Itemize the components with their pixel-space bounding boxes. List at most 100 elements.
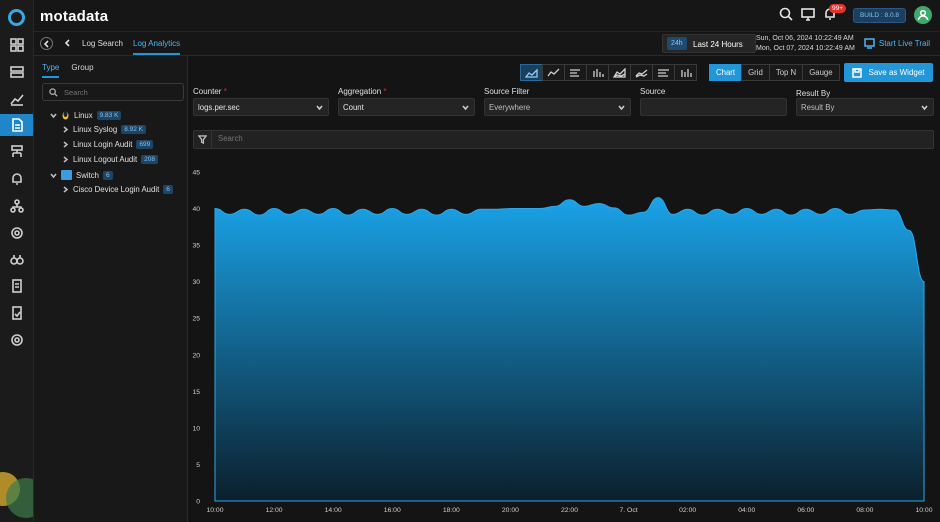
source-input[interactable]	[640, 98, 787, 116]
tree-item-switch[interactable]: Switch 6	[50, 170, 113, 180]
area-chart-button[interactable]	[520, 64, 543, 81]
view-tab-grid[interactable]: Grid	[741, 64, 770, 81]
screen-share-icon[interactable]	[801, 7, 815, 23]
back-button[interactable]	[64, 39, 72, 49]
count-badge: 9.83 K	[96, 110, 122, 120]
x-tick-label: 18:00	[443, 507, 460, 514]
monitor-icon[interactable]	[8, 224, 26, 242]
stacked-hbar-button[interactable]	[652, 64, 675, 81]
collapse-button[interactable]	[40, 37, 53, 50]
chevron-right-icon[interactable]	[62, 156, 69, 163]
chevron-right-icon[interactable]	[62, 126, 69, 133]
x-tick-label: 14:00	[325, 507, 342, 514]
metrics-icon[interactable]	[8, 90, 26, 108]
aggregation-select[interactable]: Count	[338, 98, 475, 116]
flow-icon[interactable]	[8, 143, 26, 161]
source-filter-select[interactable]: Everywhere	[484, 98, 631, 116]
chevron-right-icon[interactable]	[62, 186, 69, 193]
counter-label: Counter *	[193, 87, 227, 96]
log-explorer-icon[interactable]	[0, 114, 33, 136]
log-analytics-chart: 0 5 10 15 20 25 30 35 40 45 10:00 12:00 14:00 16:00 1…	[188, 160, 940, 522]
query-search-bar[interactable]	[193, 130, 934, 149]
result-by-placeholder: Result By	[801, 102, 835, 112]
app-logo-icon[interactable]	[8, 9, 25, 26]
tree-search-input[interactable]	[64, 87, 174, 97]
result-by-select[interactable]: Result By	[796, 98, 934, 116]
y-tick-label: 30	[192, 279, 200, 286]
notifications-button[interactable]: 99+	[823, 4, 846, 23]
vertical-bar-button[interactable]	[586, 64, 609, 81]
switch-icon	[61, 170, 72, 180]
chevron-down-icon	[462, 104, 469, 111]
horizontal-bar-button[interactable]	[564, 64, 587, 81]
binoculars-icon[interactable]	[8, 250, 26, 268]
view-tabs: Chart Grid Top N Gauge	[709, 64, 840, 81]
view-tab-top-n[interactable]: Top N	[768, 64, 804, 81]
search-icon[interactable]	[779, 7, 793, 23]
y-tick-label: 35	[192, 243, 200, 250]
count-badge: 6	[102, 170, 113, 180]
brand-logo: motadata	[40, 8, 109, 25]
source-filter-value: Everywhere	[489, 102, 531, 112]
chevron-down-icon	[618, 104, 625, 111]
tree-item-linux-logout-audit[interactable]: Linux Logout Audit 208	[62, 155, 159, 164]
report-icon[interactable]	[8, 277, 26, 295]
chart-type-toolbar	[520, 64, 697, 81]
stacked-area-button[interactable]	[608, 64, 631, 81]
count-badge: 699	[136, 140, 154, 149]
y-tick-label: 20	[192, 352, 200, 359]
chevron-left-icon	[43, 39, 49, 48]
line-chart-icon	[547, 68, 560, 76]
filter-funnel-icon[interactable]	[194, 131, 212, 148]
audit-icon[interactable]	[8, 304, 26, 322]
chevron-left-icon	[64, 39, 70, 47]
user-avatar[interactable]	[914, 6, 932, 24]
dashboard-icon[interactable]	[8, 36, 26, 54]
view-tab-chart[interactable]: Chart	[709, 64, 743, 81]
y-tick-label: 5	[196, 462, 200, 469]
top-header: motadata 99+ BUILD : 8.0.8	[34, 0, 940, 32]
x-tick-label: 08:00	[856, 507, 873, 514]
stacked-vbar-icon	[681, 68, 692, 77]
tab-log-analytics[interactable]: Log Analytics	[133, 39, 181, 55]
stacked-vbar-button[interactable]	[674, 64, 697, 81]
tree-item-linux-login-audit[interactable]: Linux Login Audit 699	[62, 140, 154, 149]
source-label: Source	[640, 87, 666, 96]
y-tick-label: 10	[192, 425, 200, 432]
tree-search-box[interactable]	[42, 83, 184, 101]
counter-select[interactable]: logs.per.sec	[193, 98, 329, 116]
settings-gear-icon[interactable]	[8, 331, 26, 349]
tree-item-label: Cisco Device Login Audit	[73, 185, 160, 194]
chevron-down-icon[interactable]	[50, 172, 57, 179]
tab-group[interactable]: Group	[71, 63, 93, 78]
tree-item-label: Linux Logout Audit	[73, 155, 138, 164]
tree-item-cisco-device-login-audit[interactable]: Cisco Device Login Audit 6	[62, 185, 173, 194]
alert-bell-icon[interactable]	[8, 170, 26, 188]
stacked-line-button[interactable]	[630, 64, 653, 81]
chevron-down-icon[interactable]	[50, 112, 57, 119]
x-tick-label: 02:00	[679, 507, 696, 514]
time-range-selector[interactable]: 24h Last 24 Hours	[662, 34, 756, 53]
count-badge: 8.92 K	[121, 125, 147, 134]
area-series[interactable]	[214, 197, 925, 502]
view-tab-gauge[interactable]: Gauge	[802, 64, 840, 81]
query-search-input[interactable]	[218, 134, 618, 143]
save-as-widget-button[interactable]: Save as Widget	[844, 63, 933, 82]
aggregation-value: Count	[343, 102, 364, 112]
inventory-icon[interactable]	[8, 63, 26, 81]
tree-item-label: Linux Login Audit	[73, 140, 133, 149]
stacked-hbar-icon	[658, 68, 669, 77]
topology-icon[interactable]	[8, 197, 26, 215]
notification-count-badge: 99+	[828, 4, 846, 13]
time-range-dates: Sun, Oct 06, 2024 10:22:49 AM Mon, Oct 0…	[756, 34, 855, 53]
tab-type[interactable]: Type	[42, 63, 60, 78]
chevron-right-icon[interactable]	[62, 141, 69, 148]
live-monitor-icon	[864, 38, 875, 49]
line-chart-button[interactable]	[542, 64, 565, 81]
tree-item-linux[interactable]: Linux 9.83 K	[50, 110, 122, 120]
tab-log-search[interactable]: Log Search	[82, 39, 123, 48]
y-tick-label: 45	[192, 170, 200, 177]
count-badge: 6	[163, 185, 173, 194]
tree-item-linux-syslog[interactable]: Linux Syslog 8.92 K	[62, 125, 147, 134]
start-live-trail-button[interactable]: Start Live Trail	[864, 38, 930, 49]
